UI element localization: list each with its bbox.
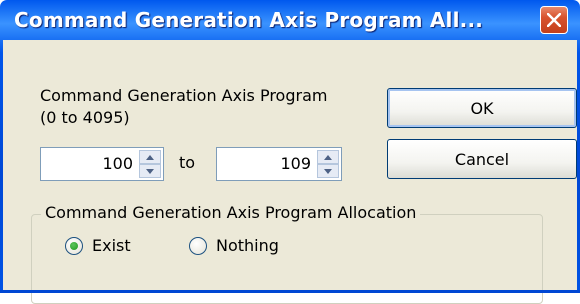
window-title: Command Generation Axis Program All... [14,8,484,32]
to-spin-buttons [317,150,339,178]
from-spin-buttons [139,150,161,178]
arrow-up-icon [146,155,154,160]
arrow-down-icon [146,169,154,174]
from-spin-box[interactable]: 100 [40,147,164,181]
to-spin-down-button[interactable] [317,164,339,178]
range-hint: (0 to 4095) [40,108,130,127]
dialog-body: Command Generation Axis Program (0 to 40… [3,40,577,304]
radio-selected-dot [70,242,78,250]
to-spin-box[interactable]: 109 [216,147,342,181]
allocation-group-title: Command Generation Axis Program Allocati… [41,203,421,222]
radio-nothing[interactable] [189,237,207,255]
to-spin-up-button[interactable] [317,150,339,164]
from-spin-up-button[interactable] [139,150,161,164]
to-value[interactable]: 109 [280,154,311,173]
title-bar[interactable]: Command Generation Axis Program All... [0,0,580,40]
dialog-window: Command Generation Axis Program All... C… [0,0,580,304]
close-button[interactable] [540,6,568,34]
ok-button[interactable]: OK [387,88,577,128]
from-spin-down-button[interactable] [139,164,161,178]
range-label: Command Generation Axis Program [40,86,328,105]
radio-nothing-label[interactable]: Nothing [216,236,279,255]
cancel-button[interactable]: Cancel [387,139,577,179]
radio-exist[interactable] [65,237,83,255]
from-value[interactable]: 100 [102,154,133,173]
close-icon [547,13,561,27]
radio-exist-label[interactable]: Exist [92,236,131,255]
to-label: to [179,153,196,172]
arrow-up-icon [324,155,332,160]
arrow-down-icon [324,169,332,174]
